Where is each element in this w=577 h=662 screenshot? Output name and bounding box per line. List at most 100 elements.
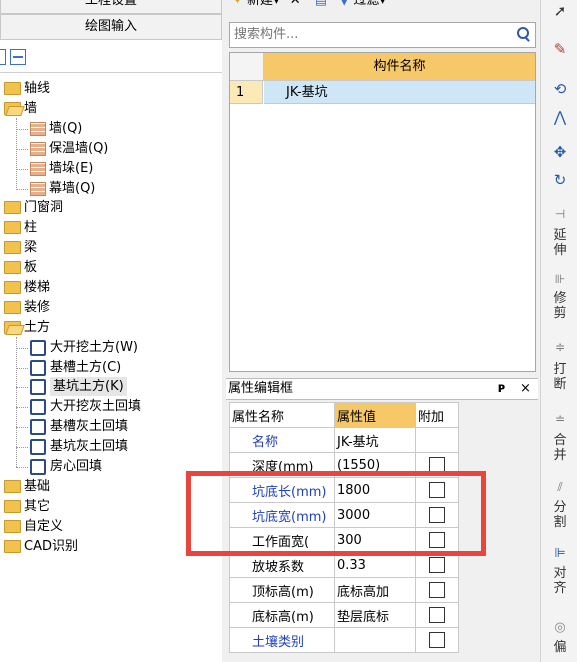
tree-item-label: 板 <box>24 260 38 275</box>
offset-button[interactable]: 偏 <box>551 640 569 655</box>
tree-item[interactable]: 基坑土方(K) <box>30 377 127 396</box>
wall-icon <box>30 121 46 136</box>
tree-connector <box>16 387 28 388</box>
move-icon[interactable]: ✥ <box>551 143 569 161</box>
tree-item[interactable]: 基槽土方(C) <box>30 358 121 377</box>
tree-item-label: 幕墙(Q) <box>49 181 96 196</box>
new-icon: ✦ <box>232 0 243 8</box>
drawing-input-header[interactable]: 绘图输入 <box>0 14 222 40</box>
tree-item[interactable]: 大开挖土方(W) <box>30 338 138 357</box>
property-row: 放坡系数 0.33 <box>229 552 459 578</box>
split-button[interactable]: 分割 <box>551 500 569 530</box>
delete-icon[interactable]: ✕ <box>290 0 301 8</box>
property-name: 土壤类别 <box>229 627 335 653</box>
tree-item[interactable]: 楼梯 <box>4 278 50 297</box>
search-box <box>229 22 536 48</box>
pin-icon[interactable]: ᴘ <box>498 379 505 399</box>
tree-item[interactable]: 基础 <box>4 477 50 496</box>
rotate-icon[interactable]: ↻ <box>551 171 569 189</box>
project-settings-header[interactable]: 工程设置 <box>0 0 222 14</box>
select-pointer-icon[interactable]: ➚ <box>551 2 569 20</box>
tree-item[interactable]: 基坑灰土回填 <box>30 437 128 456</box>
tree-connector <box>16 337 17 467</box>
drawing-input-label: 绘图输入 <box>84 19 137 34</box>
attach-checkbox[interactable] <box>429 632 445 648</box>
search-input[interactable] <box>230 23 504 45</box>
mirror-copy-icon[interactable]: ⟲ <box>551 80 569 98</box>
tree-item[interactable]: 墙 <box>4 99 37 118</box>
folder-icon <box>4 82 21 95</box>
extend-icon: ⊣ <box>554 207 566 221</box>
trim-button[interactable]: 修剪 <box>551 291 569 321</box>
tree-item[interactable]: 柱 <box>4 218 37 237</box>
search-icon[interactable] <box>515 26 531 42</box>
property-extra <box>415 577 459 603</box>
tree-item[interactable]: 幕墙(Q) <box>30 179 95 198</box>
tree-item-label: 基槽土方(C) <box>50 360 122 375</box>
tree-connector <box>16 407 28 408</box>
mirror-icon[interactable]: ⋀ <box>551 108 569 126</box>
pencil-icon[interactable]: ✎ <box>551 40 569 58</box>
break-icon: ≑ <box>554 340 566 354</box>
extend-button[interactable]: 延伸 <box>551 228 569 258</box>
attach-checkbox[interactable] <box>429 607 445 623</box>
tree-item[interactable]: 房心回填 <box>30 457 102 476</box>
tree-item[interactable]: CAD识别 <box>4 537 78 556</box>
tree-item-label: 土方 <box>24 320 51 335</box>
attach-checkbox[interactable] <box>429 557 445 573</box>
folder-icon <box>4 261 21 274</box>
tree-item[interactable]: 墙(Q) <box>30 119 82 138</box>
collapse-all-button[interactable] <box>10 49 26 65</box>
folder-open-icon <box>4 102 21 115</box>
tree-item[interactable]: 其它 <box>4 497 50 516</box>
tree-item[interactable]: 保温墙(Q) <box>30 139 108 158</box>
tree-item[interactable]: 门窗洞 <box>4 198 63 217</box>
tree-item-label: 墙 <box>24 101 38 116</box>
property-row: 名称 JK-基坑 <box>229 427 459 453</box>
properties-titlebar: 属性编辑框 ᴘ × <box>226 378 538 400</box>
break-button[interactable]: 打断 <box>551 362 569 392</box>
property-value[interactable]: 底标高加 <box>334 577 416 603</box>
expand-all-icon[interactable] <box>0 49 6 65</box>
tree-item-label: 轴线 <box>24 81 51 96</box>
property-value[interactable]: 0.33 <box>334 552 416 578</box>
property-value[interactable]: 垫层底标 <box>334 602 416 628</box>
left-panel: 工程设置 绘图输入 轴线墙墙(Q) 保温墙(Q) 墙垛(E) 幕墙(Q) 门窗洞柱梁板楼… <box>0 0 222 662</box>
grid-corner <box>230 53 264 81</box>
align-button[interactable]: 对齐 <box>551 566 569 596</box>
tree-connector <box>16 169 28 170</box>
new-button[interactable]: 新建 <box>247 0 273 8</box>
tree-item[interactable]: 自定义 <box>4 517 63 536</box>
tree-item[interactable]: 板 <box>4 258 37 277</box>
grid-column-header[interactable]: 构件名称 <box>264 53 535 81</box>
tree-item[interactable]: 梁 <box>4 238 37 257</box>
tree-item[interactable]: 轴线 <box>4 79 50 98</box>
tree-item-label: 基坑土方(K) <box>50 377 127 396</box>
tree-item-label: 梁 <box>24 240 38 255</box>
property-row: 土壤类别 <box>229 627 459 653</box>
grid-row-component-name[interactable]: JK-基坑 <box>264 81 535 104</box>
close-icon[interactable]: × <box>520 379 531 399</box>
component-grid: 构件名称 1 JK-基坑 <box>229 52 536 372</box>
property-value[interactable]: JK-基坑 <box>334 427 416 453</box>
tree-item[interactable]: 土方 <box>4 318 50 337</box>
trim-icon: ⊪ <box>554 272 566 286</box>
tree-connector <box>16 348 28 349</box>
property-value[interactable] <box>334 627 416 653</box>
tree-item-label: 装修 <box>24 300 51 315</box>
earthwork-icon <box>30 398 46 415</box>
tree-item[interactable]: 墙垛(E) <box>30 159 93 178</box>
property-name: 名称 <box>229 427 335 453</box>
property-name: 放坡系数 <box>229 552 335 578</box>
merge-button[interactable]: 合并 <box>551 433 569 463</box>
filter-button[interactable]: 过滤 <box>353 0 379 8</box>
tree-item[interactable]: 大开挖灰土回填 <box>30 397 141 416</box>
dropdown-arrow-icon: ▾ <box>273 0 280 8</box>
copy-icon[interactable]: ▤ <box>315 0 327 8</box>
component-toolbar: ✦ 新建▾ ✕ ▤ ▼ 过滤▾ <box>232 0 386 10</box>
attach-checkbox[interactable] <box>429 582 445 598</box>
tree-item[interactable]: 装修 <box>4 298 50 317</box>
tree-item[interactable]: 基槽灰土回填 <box>30 417 128 436</box>
tree-item-label: 基坑灰土回填 <box>50 439 129 454</box>
tree-item-label: 自定义 <box>24 519 64 534</box>
